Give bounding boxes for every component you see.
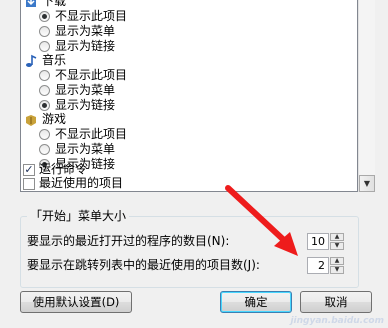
radio-label: 显示为菜单 xyxy=(55,24,116,38)
checkbox-label: 运行命令 xyxy=(39,162,88,176)
music-icon xyxy=(24,54,38,68)
radio-label: 不显示此项目 xyxy=(55,127,128,141)
radio-label: 显示为菜单 xyxy=(55,83,116,97)
spin-up-icon[interactable]: ▲ xyxy=(330,233,344,241)
spin-down-icon[interactable]: ▼ xyxy=(330,242,344,250)
jump-list-spinner[interactable]: ▲ ▼ xyxy=(330,257,344,274)
category-label: 音乐 xyxy=(42,53,67,67)
radio-button[interactable] xyxy=(39,26,50,37)
group-title: 「开始」菜单大小 xyxy=(27,208,130,224)
watermark: jingyan.baidu.com xyxy=(290,316,384,326)
radio-label: 显示为链接 xyxy=(55,39,116,53)
checkbox-label: 最近使用的项目 xyxy=(39,176,124,190)
recent-programs-label: 要显示的最近打开过的程序的数目(N): xyxy=(27,234,230,248)
radio-button[interactable] xyxy=(39,70,50,81)
ok-button[interactable]: 确定 xyxy=(220,291,292,313)
recent-programs-spinner[interactable]: ▲ ▼ xyxy=(330,233,344,250)
category-label: 下载 xyxy=(42,0,67,8)
list-scrollbar[interactable]: ▼ xyxy=(358,0,375,192)
start-menu-options-list[interactable]: 下载 不显示此项目 显示为菜单 显示为链接 音乐 不显示此项目 显示为菜单 显示… xyxy=(20,0,358,192)
radio-label: 显示为菜单 xyxy=(55,142,116,156)
radio-button[interactable] xyxy=(39,144,50,155)
recent-programs-input[interactable]: 10 xyxy=(307,233,329,250)
radio-button[interactable] xyxy=(39,41,50,52)
use-defaults-button[interactable]: 使用默认设置(D) xyxy=(20,291,132,313)
category-label: 游戏 xyxy=(42,112,67,126)
jump-list-input[interactable]: 2 xyxy=(307,257,329,274)
recent-items-checkbox[interactable] xyxy=(23,178,35,190)
spin-up-icon[interactable]: ▲ xyxy=(330,257,344,265)
radio-button[interactable] xyxy=(39,85,50,96)
radio-label: 不显示此项目 xyxy=(55,68,128,82)
scroll-down-arrow-icon[interactable]: ▼ xyxy=(359,175,375,192)
spin-down-icon[interactable]: ▼ xyxy=(330,266,344,274)
radio-button[interactable] xyxy=(39,100,50,111)
download-icon xyxy=(24,0,38,9)
run-command-checkbox[interactable]: ✓ xyxy=(23,164,35,176)
radio-label: 不显示此项目 xyxy=(55,9,128,23)
games-icon xyxy=(24,113,38,127)
jump-list-label: 要显示在跳转列表中的最近使用的项目数(J): xyxy=(27,258,260,272)
start-menu-size-group: 「开始」菜单大小 要显示的最近打开过的程序的数目(N): 10 ▲ ▼ 要显示在… xyxy=(20,208,359,288)
radio-label: 显示为链接 xyxy=(55,98,116,112)
radio-button[interactable] xyxy=(39,11,50,22)
radio-button[interactable] xyxy=(39,129,50,140)
cancel-button[interactable]: 取消 xyxy=(300,291,372,313)
